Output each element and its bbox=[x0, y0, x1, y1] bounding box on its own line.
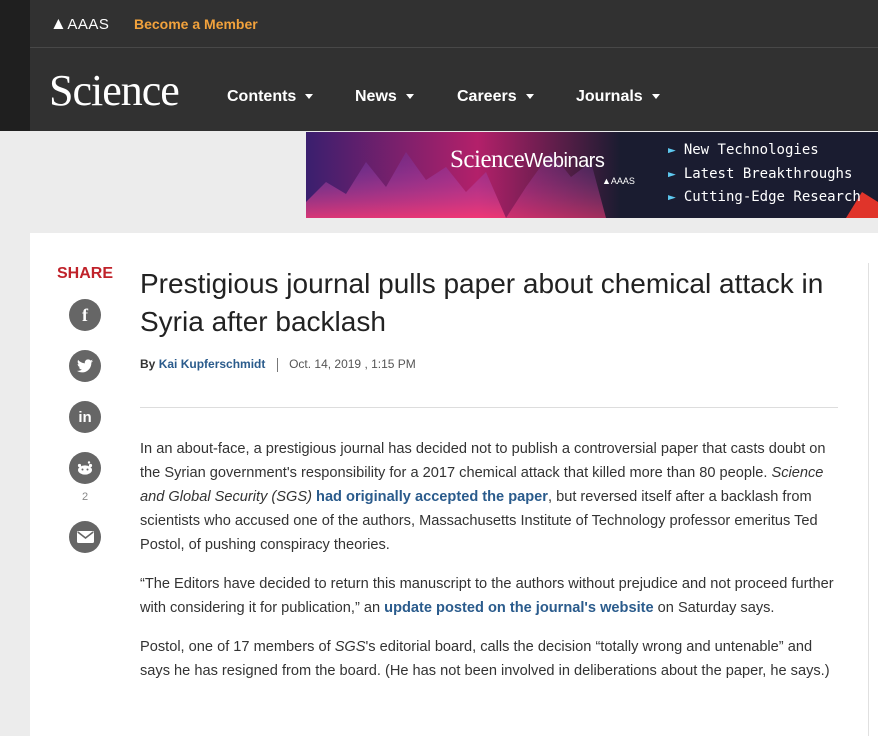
aaas-logo[interactable]: ▲AAAS bbox=[50, 14, 109, 34]
banner-aaas: ▲AAAS bbox=[602, 176, 635, 186]
twitter-icon[interactable] bbox=[69, 350, 101, 382]
play-arrow-icon: ► bbox=[668, 190, 676, 205]
banner-item-label: Latest Breakthroughs bbox=[683, 166, 853, 182]
play-arrow-icon: ► bbox=[668, 143, 676, 158]
webinars-ad-banner[interactable]: ScienceWebinars ▲AAAS ► New Technologies … bbox=[306, 132, 878, 218]
main-nav: Science Contents News Careers Journals bbox=[30, 48, 878, 131]
chevron-down-icon bbox=[525, 94, 534, 100]
paragraph: Postol, one of 17 members of SGS's edito… bbox=[140, 635, 845, 683]
banner-item-label: New Technologies bbox=[683, 142, 819, 158]
article-title: Prestigious journal pulls paper about ch… bbox=[140, 268, 824, 337]
card-edge-line bbox=[868, 263, 869, 736]
journal-abbrev: SGS bbox=[334, 639, 366, 655]
chevron-down-icon bbox=[305, 94, 314, 100]
aaas-logo-text: AAAS bbox=[67, 16, 110, 33]
chevron-down-icon bbox=[651, 94, 660, 100]
nav-contents[interactable]: Contents bbox=[227, 88, 314, 106]
article-card: SHARE f in 2 Prestigious journal pulls p… bbox=[30, 233, 878, 736]
become-member-link[interactable]: Become a Member bbox=[134, 16, 258, 32]
email-icon[interactable] bbox=[69, 521, 101, 553]
nav-careers-label: Careers bbox=[457, 88, 517, 105]
top-bar: ▲AAAS Become a Member bbox=[30, 0, 878, 48]
play-arrow-icon: ► bbox=[668, 167, 676, 182]
reddit-share-count: 2 bbox=[81, 491, 89, 503]
byline-separator bbox=[276, 357, 278, 372]
facebook-icon[interactable]: f bbox=[69, 299, 101, 331]
byline-by: By bbox=[140, 357, 156, 371]
nav-contents-label: Contents bbox=[227, 88, 297, 105]
chevron-down-icon bbox=[405, 94, 414, 100]
nav-journals[interactable]: Journals bbox=[576, 88, 660, 106]
nav-careers[interactable]: Careers bbox=[457, 88, 534, 106]
journal-update-link[interactable]: update posted on the journal's website bbox=[384, 600, 653, 616]
aaas-triangle-icon: ▲ bbox=[50, 14, 68, 33]
article-body: In an about-face, a prestigious journal … bbox=[140, 437, 845, 698]
banner-logo-webinars: Webinars bbox=[524, 150, 605, 172]
aaas-triangle-icon: ▲ bbox=[602, 176, 611, 186]
paragraph: “The Editors have decided to return this… bbox=[140, 572, 845, 620]
nav-news-label: News bbox=[355, 88, 397, 105]
science-logo[interactable]: Science bbox=[49, 65, 180, 116]
nav-news[interactable]: News bbox=[355, 88, 414, 106]
paragraph-text: In an about-face, a prestigious journal … bbox=[140, 441, 826, 481]
linkedin-icon[interactable]: in bbox=[69, 401, 101, 433]
paragraph-text: on Saturday says. bbox=[653, 600, 775, 616]
divider bbox=[140, 407, 838, 408]
publish-date: Oct. 14, 2019 , 1:15 PM bbox=[289, 357, 416, 371]
accepted-paper-link[interactable]: had originally accepted the paper bbox=[316, 489, 548, 505]
banner-logo: ScienceWebinars bbox=[450, 146, 605, 174]
nav-journals-label: Journals bbox=[576, 88, 643, 105]
banner-item-label: Cutting-Edge Research bbox=[683, 189, 861, 205]
banner-item: ► New Technologies bbox=[668, 142, 819, 158]
banner-aaas-text: AAAS bbox=[610, 176, 635, 186]
banner-item: ► Cutting-Edge Research bbox=[668, 189, 861, 205]
left-dark-strip bbox=[0, 0, 30, 131]
author-link[interactable]: Kai Kupferschmidt bbox=[159, 357, 266, 371]
paragraph: In an about-face, a prestigious journal … bbox=[140, 437, 845, 557]
banner-item: ► Latest Breakthroughs bbox=[668, 166, 852, 182]
byline: By Kai Kupferschmidt Oct. 14, 2019 , 1:1… bbox=[140, 357, 416, 372]
paragraph-text: Postol, one of 17 members of bbox=[140, 639, 335, 655]
banner-logo-science: Science bbox=[450, 146, 525, 173]
share-label: SHARE bbox=[57, 265, 114, 282]
reddit-icon[interactable] bbox=[69, 452, 101, 484]
